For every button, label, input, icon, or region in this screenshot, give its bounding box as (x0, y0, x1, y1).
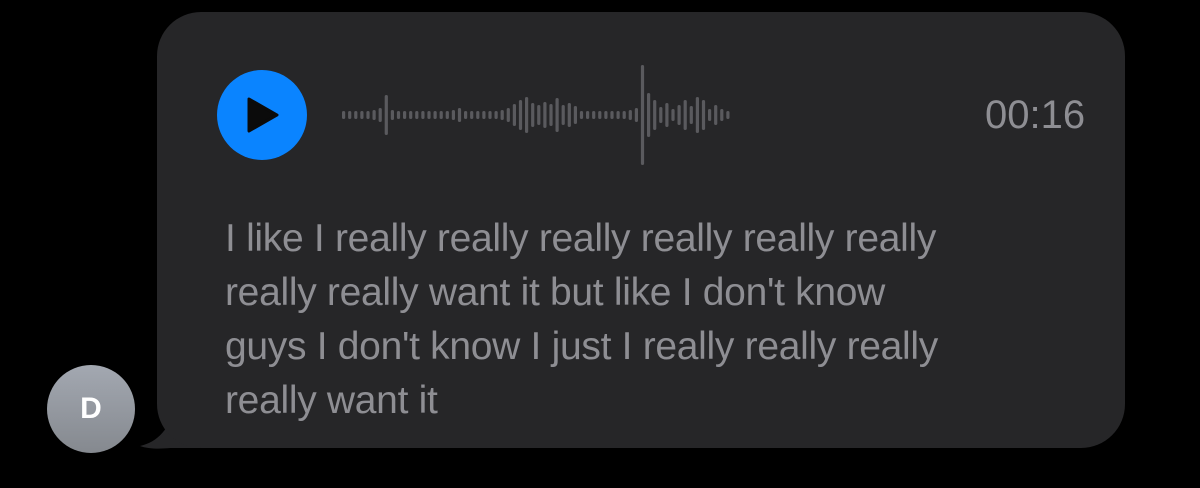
waveform-bar (598, 111, 602, 119)
play-button[interactable] (217, 70, 307, 160)
waveform-bar (726, 111, 730, 119)
audio-duration: 00:16 (985, 93, 1086, 137)
waveform-bar (579, 111, 584, 119)
waveform-bar (360, 111, 364, 119)
transcript-line: really really want it but like I don't k… (225, 271, 886, 314)
waveform-bar (592, 111, 596, 119)
waveform-bar (396, 111, 401, 119)
waveform-bar (476, 111, 480, 119)
waveform-bar (543, 102, 547, 128)
waveform-bar (561, 105, 565, 125)
waveform-bar (482, 111, 486, 119)
transcript-line: I like I really really really really rea… (225, 217, 937, 260)
waveform-bar (567, 103, 571, 127)
waveform-bar (457, 108, 462, 122)
avatar-initial: D (80, 392, 102, 425)
waveform-bar (616, 111, 620, 119)
waveform-bar (622, 111, 626, 119)
message-bubble[interactable]: 00:16 I like I really really really real… (140, 12, 1130, 452)
waveform-bar (665, 103, 669, 127)
waveform-bar (677, 105, 681, 125)
waveform-bar (427, 111, 431, 119)
waveform-bar (342, 111, 346, 119)
waveform-bar (372, 110, 376, 120)
waveform-bar (695, 97, 699, 133)
waveform-bar (415, 111, 419, 119)
waveform-bar (451, 110, 455, 120)
waveform-bar (354, 111, 358, 119)
waveform-bar (433, 111, 437, 119)
waveform-bar (378, 108, 382, 122)
waveform-bar (714, 105, 718, 125)
transcript-line: really want it (225, 379, 438, 422)
waveform-bar (512, 104, 516, 126)
waveform-bar (470, 111, 474, 119)
waveform-bar (366, 111, 370, 119)
waveform-bar (421, 111, 425, 119)
waveform-bar (720, 109, 724, 121)
waveform-bar (671, 109, 675, 121)
waveform-bar (689, 106, 693, 124)
waveform-bar (409, 111, 413, 119)
waveform-bar (586, 111, 590, 119)
waveform-bar (634, 108, 638, 122)
waveform-bar (439, 111, 443, 119)
waveform-bar (555, 98, 559, 132)
waveform-bar (701, 100, 706, 130)
waveform-bar (628, 110, 632, 120)
waveform-bar (384, 95, 388, 135)
waveform-bar (531, 103, 535, 127)
waveform-bar (464, 111, 468, 119)
audio-waveform[interactable] (342, 55, 942, 175)
waveform-bar (500, 110, 504, 120)
contact-avatar[interactable]: D (47, 365, 135, 453)
waveform-bar (403, 111, 407, 119)
waveform-bar (604, 111, 608, 119)
audio-transcript: I like I really really really really rea… (225, 212, 1105, 428)
waveform-bar (640, 65, 645, 165)
waveform-bar (445, 111, 449, 119)
waveform-bar (683, 100, 687, 130)
waveform-bar (518, 100, 523, 130)
waveform-bar (610, 111, 614, 119)
waveform-bar (708, 109, 712, 121)
waveform-bar (506, 108, 510, 122)
waveform-bar (647, 93, 651, 137)
waveform-bar (659, 107, 663, 123)
waveform-bar (348, 111, 352, 119)
conversation-view: D 00:16 I like I really really really re… (0, 0, 1200, 488)
waveform-bar (390, 110, 394, 120)
waveform-bar (525, 97, 529, 133)
waveform-bar (653, 100, 657, 130)
play-icon (247, 97, 279, 133)
bubble-body: 00:16 I like I really really really real… (157, 12, 1125, 448)
waveform-bar (494, 111, 498, 119)
waveform-bar (549, 104, 553, 126)
transcript-line: guys I don't know I just I really really… (225, 325, 938, 368)
waveform-bar (488, 111, 492, 119)
waveform-bar (573, 106, 577, 124)
waveform-bar (537, 105, 541, 125)
